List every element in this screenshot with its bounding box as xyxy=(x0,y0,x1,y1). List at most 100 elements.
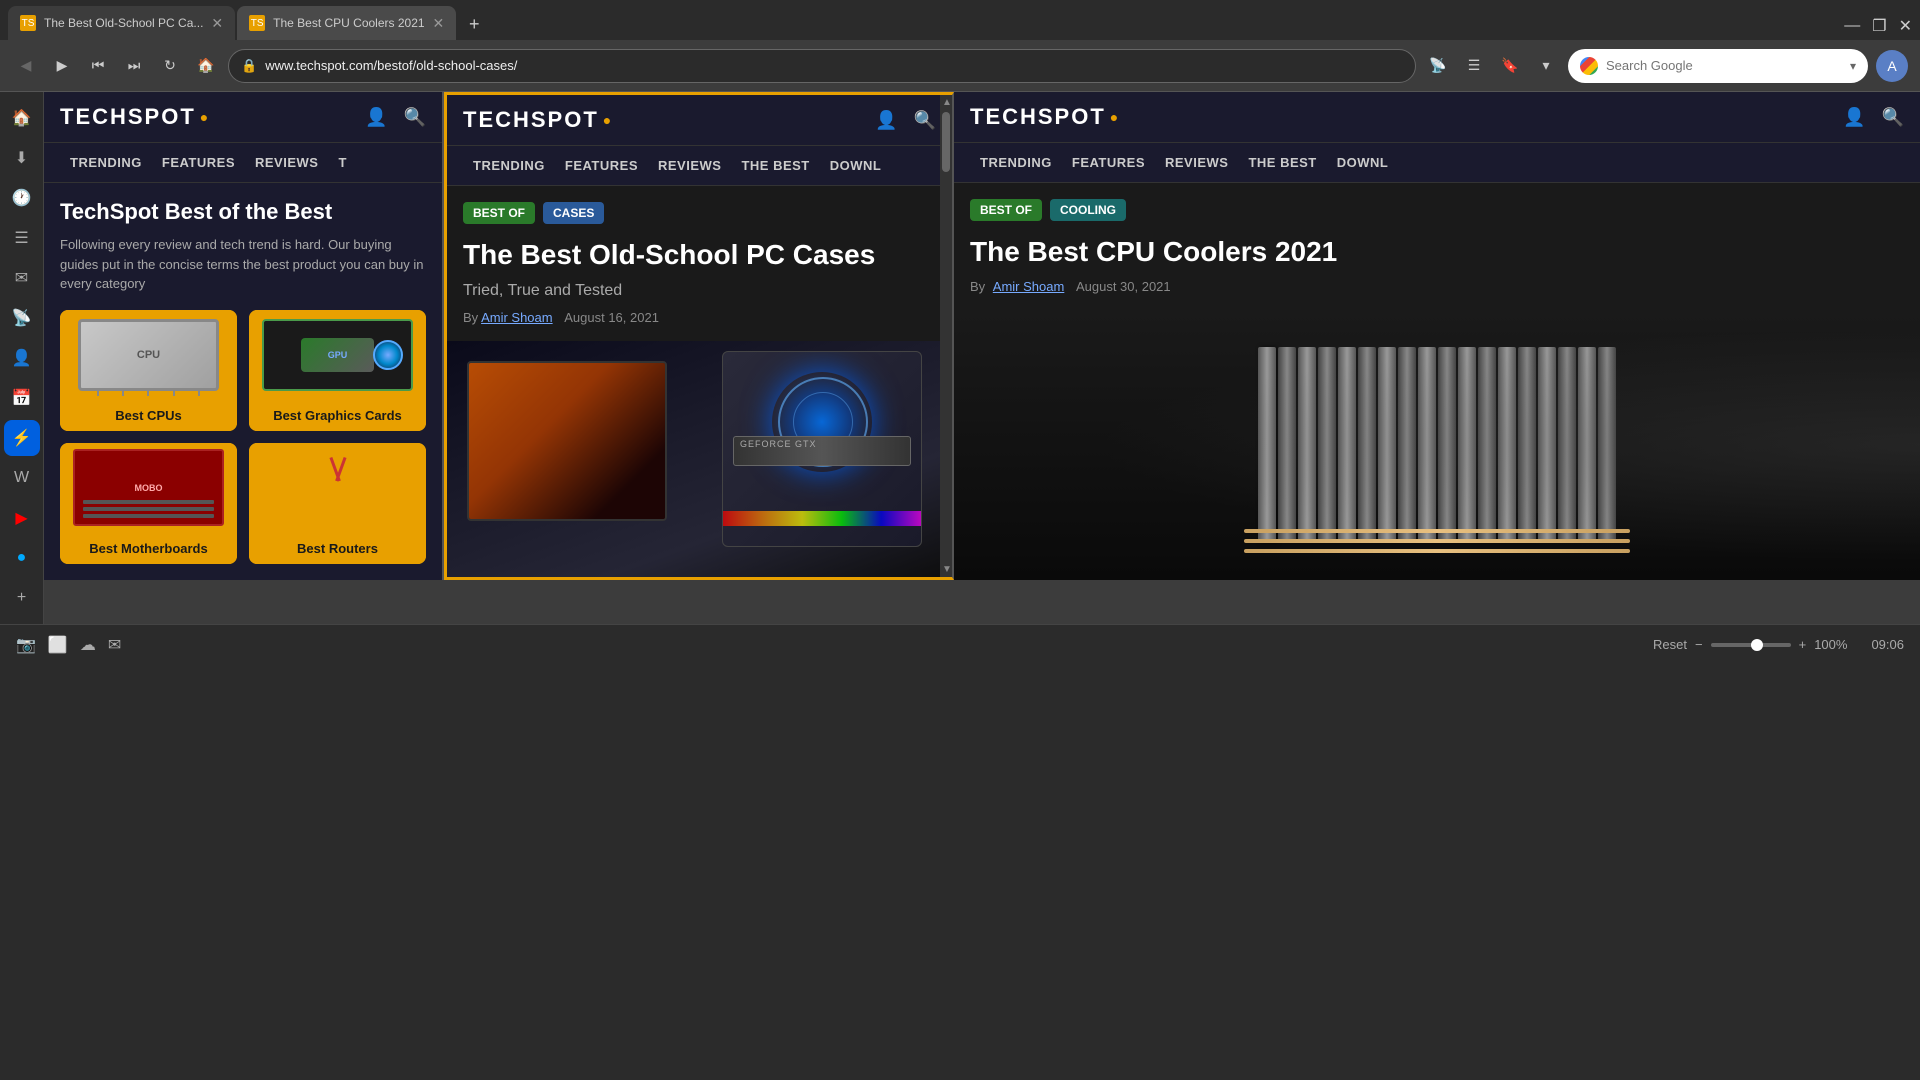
right-user-icon[interactable]: 👤 xyxy=(1843,107,1865,128)
right-author[interactable]: Amir Shoam xyxy=(993,279,1065,294)
sidebar-icon-wikipedia[interactable]: W xyxy=(4,460,40,496)
middle-badge-cases[interactable]: CASES xyxy=(543,202,604,224)
address-bar[interactable]: 🔒 www.techspot.com/bestof/old-school-cas… xyxy=(228,49,1416,83)
sidebar-icon-mail[interactable]: ✉ xyxy=(4,260,40,296)
middle-scrollbar[interactable]: ▲ ▼ xyxy=(940,95,952,577)
tab-2[interactable]: TS The Best CPU Coolers 2021 ✕ xyxy=(237,6,456,40)
middle-nav-down[interactable]: DOWNL xyxy=(820,146,892,185)
right-article-image xyxy=(954,310,1920,580)
tab-1-close[interactable]: ✕ xyxy=(211,15,223,32)
left-nav-trending[interactable]: TRENDING xyxy=(60,143,152,182)
google-logo xyxy=(1580,57,1598,75)
right-date: August 30, 2021 xyxy=(1076,279,1171,294)
tab-1[interactable]: TS The Best Old-School PC Ca... ✕ xyxy=(8,6,235,40)
bottom-cloud-icon[interactable]: ☁ xyxy=(80,635,96,655)
cpus-label: Best CPUs xyxy=(60,400,237,431)
sidebar-icon-downloads[interactable]: ⬇ xyxy=(4,140,40,176)
sidebar-icon-add[interactable]: + xyxy=(4,580,40,616)
right-pane-header: TECHSPOT ● 👤 🔍 xyxy=(954,92,1920,143)
minimize-button[interactable]: — xyxy=(1844,17,1860,35)
sidebar-icon-rss[interactable]: 📡 xyxy=(4,300,40,336)
home-button[interactable]: 🏠 xyxy=(192,52,220,80)
search-dropdown-icon[interactable]: ▾ xyxy=(1850,59,1856,73)
left-user-icon[interactable]: 👤 xyxy=(365,107,387,128)
url-text: www.techspot.com/bestof/old-school-cases… xyxy=(265,58,1403,73)
sidebar-icon-calendar[interactable]: 📅 xyxy=(4,380,40,416)
navigation-bar: ◀ ▶ ⏮ ⏭ ↻ 🏠 🔒 www.techspot.com/bestof/ol… xyxy=(0,40,1920,92)
left-pane-title: TechSpot Best of the Best xyxy=(60,199,426,225)
right-nav-down[interactable]: DOWNL xyxy=(1327,143,1399,182)
back-button[interactable]: ◀ xyxy=(12,52,40,80)
grid-item-motherboards[interactable]: MOBO Best Motherboards xyxy=(60,443,237,564)
left-logo-dot: ● xyxy=(200,109,208,125)
new-tab-button[interactable]: + xyxy=(458,8,490,40)
right-badge-bestof[interactable]: BEST OF xyxy=(970,199,1042,221)
left-pane-body: TechSpot Best of the Best Following ever… xyxy=(44,183,442,580)
middle-badge-bestof[interactable]: BEST OF xyxy=(463,202,535,224)
scroll-thumb[interactable] xyxy=(942,112,950,172)
home-skip-button[interactable]: ⏮ xyxy=(84,52,112,80)
sidebar-icon-pocket[interactable]: ⚡ xyxy=(4,420,40,456)
grid-item-gpus[interactable]: GPU Best Graphics Cards xyxy=(249,310,426,431)
right-nav-best[interactable]: THE BEST xyxy=(1238,143,1326,182)
sidebar-icon-bookmarks[interactable]: ☰ xyxy=(4,220,40,256)
left-nav-features[interactable]: FEATURES xyxy=(152,143,245,182)
right-search-icon[interactable]: 🔍 xyxy=(1882,107,1904,128)
left-pane-description: Following every review and tech trend is… xyxy=(60,235,426,294)
close-button[interactable]: ✕ xyxy=(1899,16,1912,36)
right-nav-trending[interactable]: TRENDING xyxy=(970,143,1062,182)
middle-pane-logo: TECHSPOT ● xyxy=(463,107,611,133)
sidebar-icon-youtube[interactable]: ▶ xyxy=(4,500,40,536)
menu-icon[interactable]: ☰ xyxy=(1460,52,1488,80)
sidebar-icon-history[interactable]: 🕐 xyxy=(4,180,40,216)
zoom-plus[interactable]: + xyxy=(1799,637,1807,652)
right-nav-reviews[interactable]: REVIEWS xyxy=(1155,143,1238,182)
grid-item-cpus[interactable]: CPU xyxy=(60,310,237,431)
bottom-mail-icon[interactable]: ✉ xyxy=(108,635,121,655)
middle-header-icons: 👤 🔍 xyxy=(875,110,936,131)
left-nav-t[interactable]: T xyxy=(328,143,356,182)
middle-nav-features[interactable]: FEATURES xyxy=(555,146,648,185)
window-controls: — ❐ ✕ xyxy=(1844,16,1912,40)
zoom-minus[interactable]: − xyxy=(1695,637,1703,652)
bottom-split-icon[interactable]: ⬜ xyxy=(48,635,68,655)
bookmark-icon[interactable]: 🔖 xyxy=(1496,52,1524,80)
right-pane-logo: TECHSPOT ● xyxy=(970,104,1118,130)
grid-item-routers[interactable]: Best Routers xyxy=(249,443,426,564)
middle-nav-reviews[interactable]: REVIEWS xyxy=(648,146,731,185)
maximize-button[interactable]: ❐ xyxy=(1872,16,1886,36)
rss-icon[interactable]: 📡 xyxy=(1424,52,1452,80)
right-article-header: BEST OF COOLING The Best CPU Coolers 202… xyxy=(954,183,1920,310)
time-display: 09:06 xyxy=(1871,637,1904,652)
motherboards-image: MOBO xyxy=(60,443,237,533)
gpus-label: Best Graphics Cards xyxy=(249,400,426,431)
profile-button[interactable]: A xyxy=(1876,50,1908,82)
refresh-button[interactable]: ↻ xyxy=(156,52,184,80)
zoom-slider[interactable] xyxy=(1711,643,1791,647)
right-badge-cooling[interactable]: COOLING xyxy=(1050,199,1126,221)
middle-pane-header: TECHSPOT ● 👤 🔍 xyxy=(447,95,952,146)
middle-author[interactable]: Amir Shoam xyxy=(481,310,553,325)
forward-button[interactable]: ▶ xyxy=(48,52,76,80)
left-header-icons: 👤 🔍 xyxy=(365,107,426,128)
bookmark-dropdown[interactable]: ▾ xyxy=(1532,52,1560,80)
sidebar-icon-home[interactable]: 🏠 xyxy=(4,100,40,136)
reset-label[interactable]: Reset xyxy=(1653,637,1687,652)
end-skip-button[interactable]: ⏭ xyxy=(120,52,148,80)
bottom-screenshot-icon[interactable]: 📷 xyxy=(16,635,36,655)
search-input[interactable] xyxy=(1606,58,1842,73)
search-bar[interactable]: ▾ xyxy=(1568,49,1868,83)
sidebar-icon-active[interactable]: ● xyxy=(4,540,40,576)
middle-user-icon[interactable]: 👤 xyxy=(875,110,897,131)
middle-search-icon[interactable]: 🔍 xyxy=(914,110,936,131)
sidebar-icon-profile[interactable]: 👤 xyxy=(4,340,40,376)
left-nav-reviews[interactable]: REVIEWS xyxy=(245,143,328,182)
middle-nav-trending[interactable]: TRENDING xyxy=(463,146,555,185)
tab-2-close[interactable]: ✕ xyxy=(433,15,445,32)
tab-2-favicon: TS xyxy=(249,15,265,31)
middle-nav-best[interactable]: THE BEST xyxy=(731,146,819,185)
tab-2-title: The Best CPU Coolers 2021 xyxy=(273,16,424,30)
tab-1-favicon: TS xyxy=(20,15,36,31)
left-search-icon[interactable]: 🔍 xyxy=(404,107,426,128)
right-nav-features[interactable]: FEATURES xyxy=(1062,143,1155,182)
